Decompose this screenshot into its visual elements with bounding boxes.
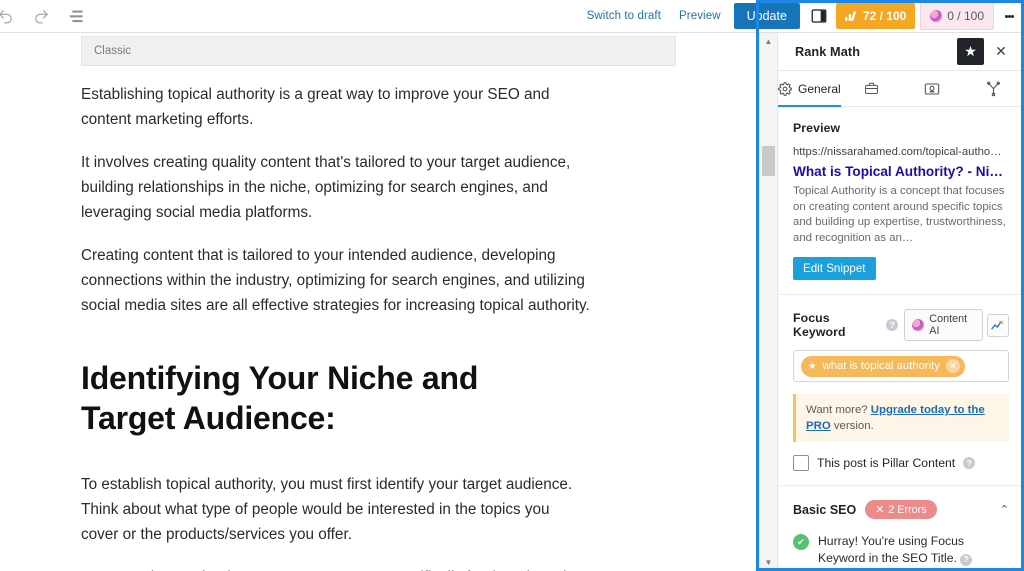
help-icon[interactable]: ? bbox=[960, 553, 973, 566]
section-heading[interactable]: Identifying Your Niche and Target Audien… bbox=[81, 358, 551, 438]
rank-math-sidebar[interactable]: ▲ ▼ Rank Math ★ ✕ General Preview https:… bbox=[759, 33, 1024, 571]
pillar-content-checkbox[interactable] bbox=[793, 455, 809, 471]
scroll-up-arrow-icon[interactable]: ▲ bbox=[760, 33, 777, 50]
error-x-icon: ✕ bbox=[875, 504, 885, 516]
snippet-description: Topical Authority is a concept that focu… bbox=[793, 185, 1006, 244]
paragraph[interactable]: Establishing topical authority is a grea… bbox=[81, 82, 591, 132]
snippet-title: What is Topical Authority? - Niss… bbox=[793, 164, 1009, 179]
check-circle-icon: ✔ bbox=[793, 534, 809, 550]
content-ai-score-value: 0 / 100 bbox=[947, 9, 984, 23]
tab-general-label: General bbox=[798, 81, 841, 96]
post-editor-canvas[interactable]: Classic Establishing topical authority i… bbox=[0, 33, 757, 571]
help-icon[interactable]: ? bbox=[886, 319, 899, 331]
seo-score-value: 72 / 100 bbox=[862, 9, 907, 23]
post-content[interactable]: Establishing topical authority is a grea… bbox=[0, 82, 757, 571]
social-image-icon bbox=[925, 82, 940, 95]
paragraph[interactable]: To establish topical authority, you must… bbox=[81, 472, 591, 547]
classic-block-label: Classic bbox=[94, 45, 132, 57]
paragraph[interactable]: Creating content that is tailored to you… bbox=[81, 243, 591, 318]
content-ai-orb-icon bbox=[912, 319, 925, 331]
gear-icon bbox=[778, 81, 792, 96]
keyword-chip[interactable]: ★ what is topical authority ✕ bbox=[801, 355, 965, 377]
pillar-content-label: This post is Pillar Content bbox=[817, 456, 956, 470]
toolbar-left-group bbox=[0, 5, 88, 27]
basic-seo-section: Basic SEO ✕ 2 Errors ⌃ ✔ Hurray! You're … bbox=[778, 486, 1024, 571]
undo-icon[interactable] bbox=[0, 5, 16, 27]
chevron-up-icon[interactable]: ⌃ bbox=[1000, 503, 1009, 516]
close-icon[interactable]: ✕ bbox=[988, 39, 1014, 65]
edit-snippet-button[interactable]: Edit Snippet bbox=[793, 257, 876, 280]
schema-icon bbox=[987, 81, 1000, 96]
kebab-menu-icon[interactable] bbox=[999, 3, 1019, 29]
classic-block-header[interactable]: Classic bbox=[81, 36, 676, 66]
scroll-down-arrow-icon[interactable]: ▼ bbox=[760, 554, 777, 571]
seo-score-badge[interactable]: 72 / 100 bbox=[835, 3, 916, 29]
tab-general[interactable]: General bbox=[778, 71, 841, 107]
keyword-chip-label: what is topical authority bbox=[822, 360, 940, 372]
promo-suffix: version. bbox=[830, 420, 874, 432]
help-icon[interactable]: ? bbox=[963, 457, 976, 469]
content-ai-orb-icon bbox=[930, 10, 943, 22]
briefcase-icon bbox=[864, 82, 878, 94]
content-ai-button-label: Content AI bbox=[929, 313, 968, 337]
pillar-content-row[interactable]: This post is Pillar Content ? bbox=[793, 455, 1009, 471]
focus-keyword-input[interactable]: ★ what is topical authority ✕ bbox=[793, 350, 1009, 382]
star-icon: ★ bbox=[808, 360, 817, 372]
editor-screen: Switch to draft Preview Update 72 / 100 … bbox=[0, 0, 1024, 571]
bar-chart-icon bbox=[844, 11, 856, 21]
sidebar-header: Rank Math ★ ✕ bbox=[778, 33, 1024, 71]
scrollbar-thumb[interactable] bbox=[762, 146, 775, 176]
sidebar-scrollbar[interactable]: ▲ ▼ bbox=[760, 33, 778, 571]
seo-check-item: ✔ Hurray! You're using Focus Keyword in … bbox=[793, 533, 1009, 567]
snippet-preview-section: Preview https://nissarahamed.com/topical… bbox=[778, 107, 1024, 295]
trend-chart-icon[interactable] bbox=[986, 313, 1009, 337]
promo-prefix: Want more? bbox=[806, 404, 871, 416]
redo-icon[interactable] bbox=[30, 5, 52, 27]
sidebar-title: Rank Math bbox=[795, 44, 861, 59]
editor-toolbar: Switch to draft Preview Update 72 / 100 … bbox=[0, 0, 1024, 33]
preview-label: Preview bbox=[793, 121, 841, 135]
update-button[interactable]: Update bbox=[733, 3, 800, 29]
tab-advanced[interactable] bbox=[841, 71, 902, 106]
tab-social[interactable] bbox=[902, 71, 963, 106]
pro-upgrade-notice: Want more? Upgrade today to the PRO vers… bbox=[793, 394, 1009, 442]
errors-badge: ✕ 2 Errors bbox=[865, 500, 937, 519]
seo-check-text: Hurray! You're using Focus Keyword in th… bbox=[818, 534, 964, 565]
list-view-icon[interactable] bbox=[66, 5, 88, 27]
settings-panel-icon[interactable] bbox=[806, 3, 832, 29]
errors-badge-label: 2 Errors bbox=[888, 503, 927, 516]
toolbar-right-group: Switch to draft Preview Update 72 / 100 … bbox=[578, 0, 1024, 33]
focus-keyword-actions: Content AI bbox=[904, 309, 1009, 341]
content-ai-button[interactable]: Content AI bbox=[904, 309, 983, 341]
remove-keyword-icon[interactable]: ✕ bbox=[945, 359, 960, 373]
tab-schema[interactable] bbox=[963, 71, 1024, 106]
focus-keyword-header: Focus Keyword ? Content AI bbox=[793, 309, 1009, 341]
switch-to-draft-button[interactable]: Switch to draft bbox=[578, 10, 670, 22]
sidebar-body: Rank Math ★ ✕ General Preview https://ni… bbox=[778, 33, 1024, 571]
focus-keyword-label: Focus Keyword bbox=[793, 311, 846, 339]
snippet-url: https://nissarahamed.com/topical-autho… bbox=[793, 146, 1002, 158]
sidebar-tabs: General bbox=[778, 71, 1024, 107]
paragraph[interactable]: Once you know who they are, create conte… bbox=[81, 565, 591, 571]
paragraph[interactable]: It involves creating quality content tha… bbox=[81, 150, 591, 225]
content-ai-score-badge[interactable]: 0 / 100 bbox=[920, 2, 994, 30]
preview-button[interactable]: Preview bbox=[670, 10, 730, 22]
basic-seo-header[interactable]: Basic SEO ✕ 2 Errors ⌃ bbox=[793, 500, 1009, 519]
star-icon[interactable]: ★ bbox=[957, 38, 984, 65]
basic-seo-title: Basic SEO bbox=[793, 502, 857, 517]
focus-keyword-section: Focus Keyword ? Content AI ★ what is top… bbox=[778, 295, 1024, 486]
